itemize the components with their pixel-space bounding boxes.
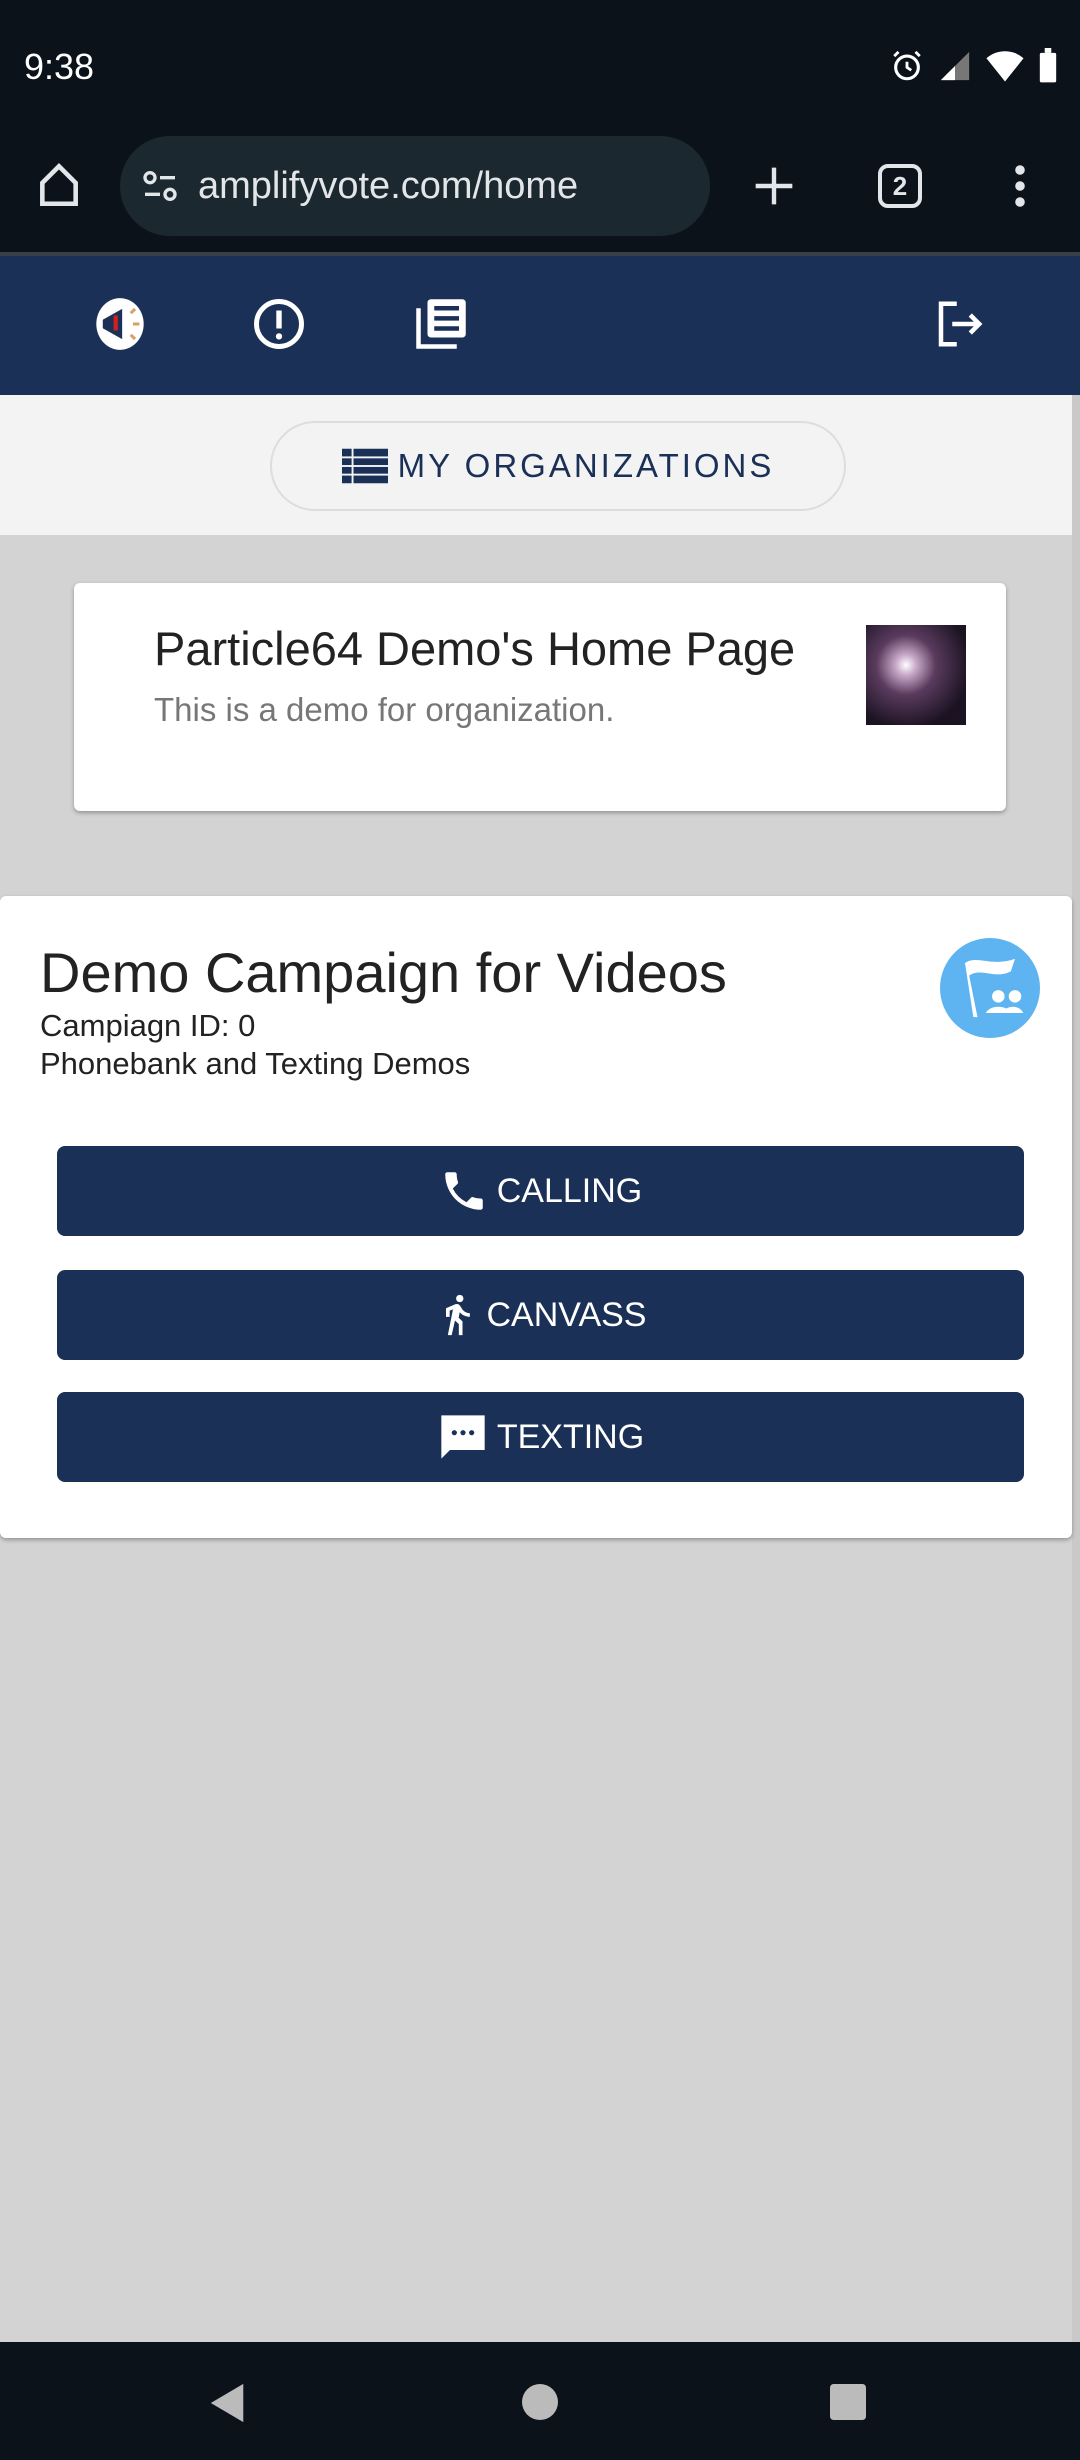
org-title: Particle64 Demo's Home Page: [154, 622, 796, 675]
status-time: 9:38: [24, 46, 95, 87]
site-settings-icon[interactable]: [140, 166, 180, 206]
logout-icon[interactable]: [932, 296, 986, 352]
calling-button[interactable]: CALLING: [57, 1146, 1024, 1236]
campaign-flag-people-icon: [940, 938, 1040, 1038]
scrollbar[interactable]: [1072, 395, 1080, 2342]
home-nav-icon[interactable]: [522, 2384, 558, 2420]
my-organizations-label: MY ORGANIZATIONS: [397, 447, 775, 484]
more-menu-icon[interactable]: [1000, 162, 1040, 210]
org-header: MY ORGANIZATIONS: [0, 395, 1072, 535]
signal-icon: [940, 51, 970, 81]
back-icon[interactable]: [208, 2382, 248, 2424]
new-tab-icon[interactable]: [752, 164, 796, 208]
campaign-title: Demo Campaign for Videos: [40, 941, 727, 1004]
wifi-icon: [986, 51, 1024, 82]
status-bar: 9:38: [0, 0, 1080, 130]
sms-icon: [441, 1415, 485, 1459]
browser-toolbar: amplifyvote.com/home 2: [0, 130, 1080, 256]
home-icon[interactable]: [34, 160, 84, 210]
org-image: [866, 625, 966, 725]
texting-label: TEXTING: [496, 1417, 645, 1456]
my-organizations-button[interactable]: MY ORGANIZATIONS: [270, 421, 846, 511]
canvass-label: CANVASS: [486, 1295, 647, 1334]
tab-switcher-button[interactable]: 2: [878, 164, 922, 208]
walk-icon: [445, 1294, 470, 1336]
recents-icon[interactable]: [830, 2384, 866, 2420]
battery-icon: [1039, 48, 1057, 83]
system-nav-bar: [0, 2342, 1080, 2460]
alarm-icon: [893, 50, 921, 81]
texting-button[interactable]: TEXTING: [57, 1392, 1024, 1482]
campaign-id: Campiagn ID: 0: [40, 1008, 256, 1043]
url-text[interactable]: amplifyvote.com/home: [198, 165, 578, 208]
canvass-button[interactable]: CANVASS: [57, 1270, 1024, 1360]
list-icon: [341, 448, 388, 484]
calling-label: CALLING: [496, 1171, 643, 1210]
megaphone-logo-icon[interactable]: [94, 296, 146, 352]
campaign-description: Phonebank and Texting Demos: [40, 1046, 471, 1081]
org-subtitle: This is a demo for organization.: [154, 691, 615, 728]
org-card[interactable]: Particle64 Demo's Home Page This is a de…: [74, 583, 1006, 811]
app-nav-bar: [0, 256, 1080, 395]
address-bar[interactable]: amplifyvote.com/home: [120, 136, 710, 236]
news-icon[interactable]: [414, 296, 468, 352]
alert-icon[interactable]: [252, 296, 306, 352]
phone-icon: [445, 1172, 483, 1210]
